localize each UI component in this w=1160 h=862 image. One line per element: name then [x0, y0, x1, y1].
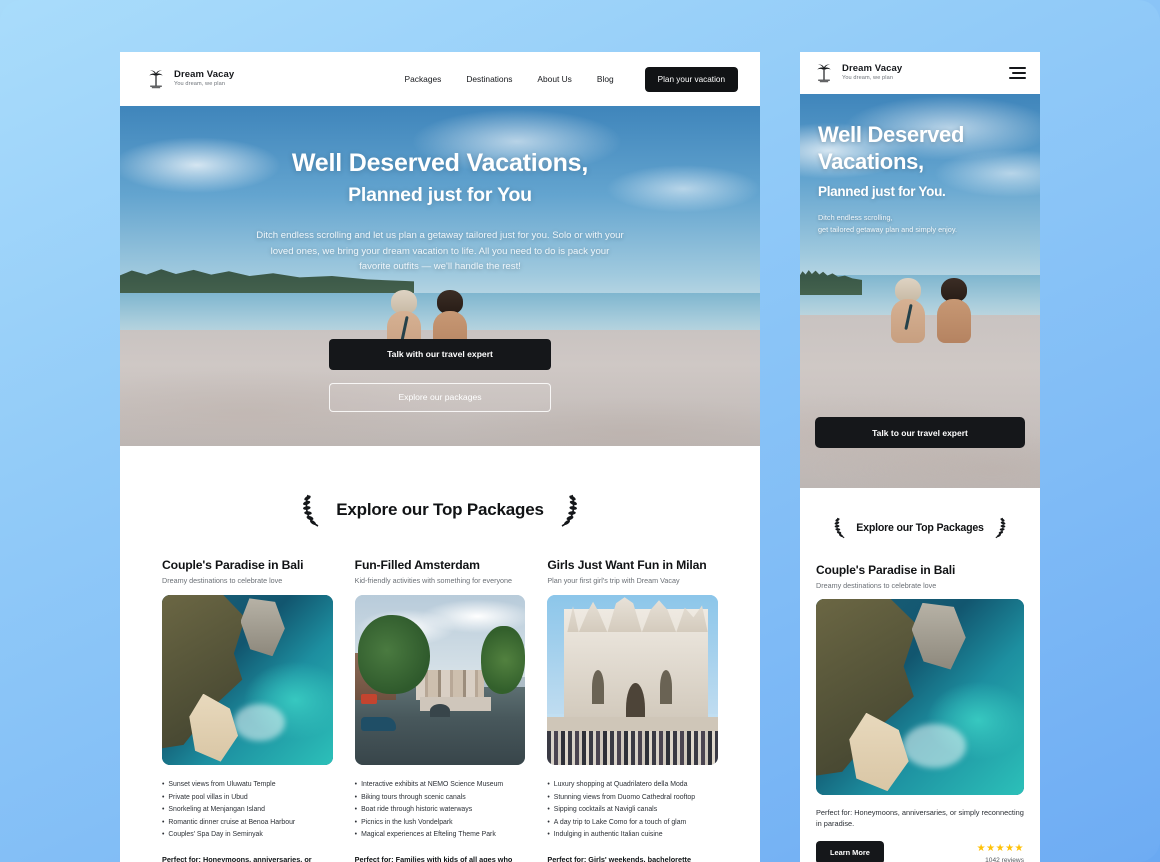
mobile-brand-tagline: You dream, we plan — [842, 74, 894, 81]
list-item: Snorkeling at Menjangan Island — [162, 804, 333, 817]
star-rating-icon: ★★★★★ — [976, 842, 1024, 854]
package-card-amsterdam: Fun-Filled Amsterdam Kid-friendly activi… — [354, 558, 526, 862]
mobile-card-footer: Learn More ★★★★★ 1042 reviews — [816, 840, 1024, 862]
mobile-package-card-bali: Couple's Paradise in Bali Dreamy destina… — [816, 563, 1024, 862]
review-count: 1042 reviews — [985, 856, 1024, 862]
card-subtitle: Dreamy destinations to celebrate love — [162, 576, 283, 585]
list-item: A day trip to Lake Como for a touch of g… — [547, 817, 718, 830]
hero-heading: Well Deserved Vacations, Planned just fo… — [120, 148, 760, 207]
packages-heading: Explore our Top Packages — [336, 500, 544, 519]
laurel-wreath-left-icon — [303, 494, 319, 527]
brand-logo[interactable]: Dream Vacay You dream, we plan — [146, 68, 234, 90]
package-card-bali: Couple's Paradise in Bali Dreamy destina… — [162, 558, 333, 862]
list-item: Romantic dinner cruise at Benoa Harbour — [162, 817, 333, 830]
talk-to-travel-expert-button[interactable]: Talk to our travel expert — [815, 417, 1025, 448]
package-cards-grid: Couple's Paradise in Bali Dreamy destina… — [162, 558, 718, 862]
list-item: Indulging in authentic Italian cuisine — [547, 829, 718, 842]
list-item: Sunset views from Uluwatu Temple — [162, 779, 333, 792]
mobile-hero-couple-illustration — [889, 275, 989, 344]
list-item: Magical experiences at Efteling Theme Pa… — [355, 829, 526, 842]
mobile-card-perfect-for: Perfect for: Honeymoons, anniversaries, … — [816, 808, 1024, 829]
desktop-packages-section: Explore our Top Packages Couple's Paradi… — [120, 446, 760, 862]
hero-heading-line2: Planned just for You — [348, 184, 532, 206]
nav-link-about-us[interactable]: About Us — [537, 74, 571, 84]
mobile-navbar: Dream Vacay You dream, we plan — [800, 52, 1040, 94]
mobile-brand-logo[interactable]: Dream Vacay You dream, we plan — [814, 62, 902, 84]
mobile-hero-heading-line2: Planned just for You. — [818, 183, 946, 199]
nav-link-packages[interactable]: Packages — [405, 74, 442, 84]
list-item: Stunning views from Duomo Cathedral roof… — [547, 792, 718, 805]
laurel-wreath-right-icon — [995, 517, 1006, 539]
palm-tree-icon — [149, 70, 163, 89]
list-item: Luxury shopping at Quadrilatero della Mo… — [547, 779, 718, 792]
mobile-hero-subtitle: Ditch endless scrolling, get tailored ge… — [818, 213, 957, 234]
mobile-card-subtitle: Dreamy destinations to celebrate love — [816, 581, 937, 590]
list-item: Picnics in the lush Vondelpark — [355, 817, 526, 830]
palm-tree-icon — [817, 64, 831, 83]
card-title: Fun-Filled Amsterdam — [354, 558, 480, 572]
nav-link-blog[interactable]: Blog — [597, 74, 614, 84]
packages-heading-row: Explore our Top Packages — [162, 492, 718, 528]
package-card-milan: Girls Just Want Fun in Milan Plan your f… — [547, 558, 718, 862]
mobile-packages-heading-row: Explore our Top Packages — [816, 516, 1024, 539]
learn-more-button[interactable]: Learn More — [816, 840, 884, 862]
brand-name: Dream Vacay — [174, 69, 235, 81]
mobile-mockup: Dream Vacay You dream, we plan Well Dese… — [800, 52, 1040, 862]
list-item: Interactive exhibits at NEMO Science Mus… — [355, 779, 526, 792]
hamburger-menu-icon[interactable] — [1009, 67, 1026, 79]
laurel-wreath-left-icon — [834, 517, 845, 539]
desktop-nav-links: Packages Destinations About Us Blog Plan… — [405, 66, 738, 92]
card-subtitle: Plan your first girl's trip with Dream V… — [547, 576, 680, 585]
list-item: Private pool villas in Ubud — [162, 792, 333, 805]
card-title: Couple's Paradise in Bali — [162, 558, 304, 572]
explore-our-packages-button[interactable]: Explore our packages — [329, 382, 551, 412]
laurel-wreath-right-icon — [561, 494, 577, 527]
mobile-hero-heading: Well Deserved Vacations, Planned just fo… — [818, 122, 1022, 200]
card-image-milan — [547, 595, 718, 765]
card-bullet-list: Luxury shopping at Quadrilatero della Mo… — [547, 779, 718, 842]
mobile-hero: Well Deserved Vacations, Planned just fo… — [800, 94, 1040, 488]
desktop-hero: Well Deserved Vacations, Planned just fo… — [120, 106, 760, 446]
hero-heading-line1: Well Deserved Vacations, — [291, 149, 589, 177]
card-image-bali — [162, 595, 333, 765]
card-perfect-for: Perfect for: Honeymoons, anniversaries, … — [162, 854, 312, 862]
card-perfect-for: Perfect for: Girls' weekends, bacheloret… — [547, 854, 691, 862]
mobile-brand-name: Dream Vacay — [842, 63, 903, 75]
mobile-card-title: Couple's Paradise in Bali — [816, 563, 956, 577]
desktop-mockup: Dream Vacay You dream, we plan Packages … — [120, 52, 760, 862]
list-item: Biking tours through scenic canals — [355, 792, 526, 805]
list-item: Sipping cocktails at Navigli canals — [547, 804, 718, 817]
card-image-amsterdam — [354, 595, 526, 765]
card-subtitle: Kid-friendly activities with something f… — [354, 576, 513, 585]
list-item: Couples' Spa Day in Seminyak — [162, 829, 333, 842]
list-item: Boat ride through historic waterways — [355, 804, 526, 817]
desktop-navbar: Dream Vacay You dream, we plan Packages … — [120, 52, 760, 106]
mobile-hero-heading-line1: Well Deserved Vacations, — [818, 122, 965, 174]
mobile-card-image-bali — [816, 599, 1024, 795]
mobile-packages-heading: Explore our Top Packages — [856, 521, 984, 534]
brand-tagline: You dream, we plan — [174, 80, 226, 87]
hero-subtitle: Ditch endless scrolling and let us plan … — [256, 230, 624, 273]
plan-your-vacation-button[interactable]: Plan your vacation — [644, 66, 738, 92]
talk-with-travel-expert-button[interactable]: Talk with our travel expert — [329, 338, 551, 370]
card-title: Girls Just Want Fun in Milan — [547, 558, 707, 572]
card-bullet-list: Interactive exhibits at NEMO Science Mus… — [355, 779, 526, 842]
card-perfect-for: Perfect for: Families with kids of all a… — [354, 854, 513, 862]
mobile-packages-section: Explore our Top Packages Couple's Paradi… — [800, 488, 1040, 862]
card-bullet-list: Sunset views from Uluwatu Temple Private… — [162, 779, 333, 842]
nav-link-destinations[interactable]: Destinations — [466, 74, 512, 84]
rating-block: ★★★★★ 1042 reviews — [976, 842, 1024, 862]
hero-buttons: Talk with our travel expert Explore our … — [120, 338, 760, 412]
